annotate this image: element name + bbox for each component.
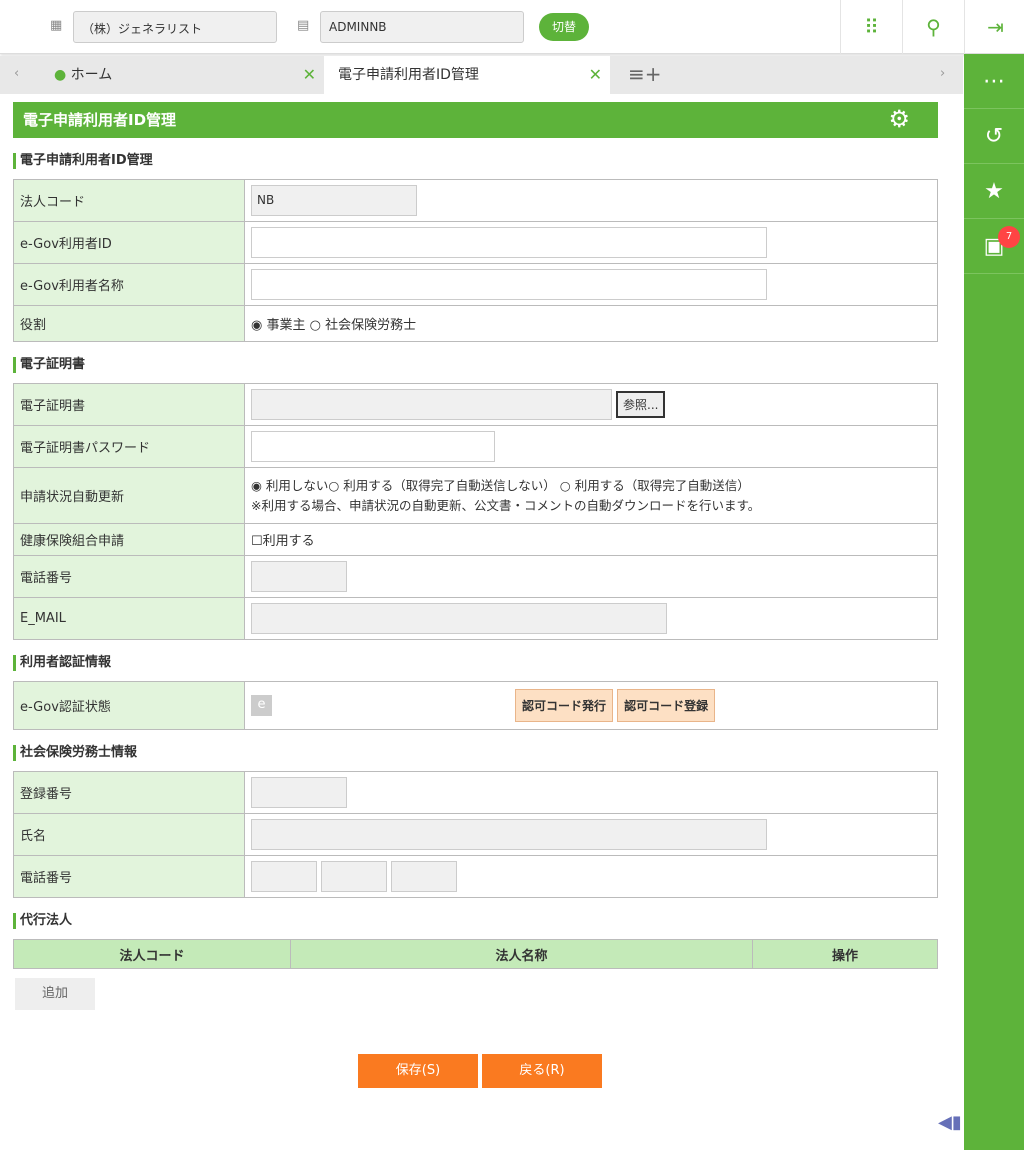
page-title-bar: 電子申請利用者ID管理 ⚙ (13, 102, 938, 138)
egov-id-input[interactable] (251, 227, 767, 258)
cert-form: 電子証明書 参照... 電子証明書パスワード 申請状況自動更新 ◉ 利用しない○ 利… (13, 383, 938, 640)
label: 氏名 (13, 813, 245, 856)
label: E_MAIL (13, 597, 245, 640)
label: 電子証明書 (13, 383, 245, 426)
label: e-Gov利用者ID (13, 221, 245, 264)
radio-label: 利用しない (265, 477, 329, 493)
add-button[interactable]: 追加 (15, 978, 95, 1010)
close-icon[interactable]: ✕ (303, 56, 316, 94)
section-title: 社会保険労務士情報 (13, 745, 938, 761)
tab-egov-id[interactable]: 電子申請利用者ID管理 ✕ (324, 56, 610, 94)
tab-bar: ‹ ● ホーム ✕ 電子申請利用者ID管理 ✕ ≡+ › (0, 56, 963, 94)
logout-icon[interactable]: ⇥ (964, 0, 1024, 54)
label: 役割 (13, 305, 245, 342)
name-field (251, 819, 767, 850)
label: e-Gov認証状態 (13, 681, 245, 730)
label: 電話番号 (13, 855, 245, 898)
label: 登録番号 (13, 771, 245, 814)
email-field (251, 603, 667, 634)
radio-label: 社会保険労務士 (325, 318, 417, 333)
column-header: 操作 (752, 939, 938, 969)
reg-number-field (251, 777, 347, 808)
right-sidebar: ⋯ ↺ ★ ▣ 7 (964, 54, 1024, 1150)
more-icon[interactable]: ⋯ (964, 54, 1024, 109)
radio-label: 利用する（取得完了自動送信しない） (343, 477, 556, 493)
section-title: 電子申請利用者ID管理 (13, 153, 938, 169)
tab-scroll-right[interactable]: › (940, 66, 945, 81)
main-content: 電子申請利用者ID管理 ⚙ 電子申請利用者ID管理 法人コード NB e-Gov利用… (13, 102, 938, 1010)
company-field[interactable]: （株）ジェネラリスト (73, 11, 277, 43)
label: e-Gov利用者名称 (13, 263, 245, 306)
label: 健康保険組合申請 (13, 523, 245, 556)
tel3-field (391, 861, 458, 892)
search-icon[interactable]: ⚲ (902, 0, 964, 54)
page-title: 電子申請利用者ID管理 (23, 111, 177, 129)
star-icon[interactable]: ★ (964, 164, 1024, 219)
label: 電子証明書パスワード (13, 425, 245, 468)
section-title: 電子証明書 (13, 357, 938, 373)
egov-name-input[interactable] (251, 269, 767, 300)
add-tab-icon[interactable]: ≡+ (628, 62, 662, 86)
label: 申請状況自動更新 (13, 467, 245, 524)
switch-button[interactable]: 切替 (539, 13, 589, 41)
user-field[interactable]: ADMINNB (320, 11, 524, 43)
register-code-button[interactable]: 認可コード登録 (617, 689, 716, 722)
history-icon[interactable]: ↺ (964, 109, 1024, 164)
close-icon[interactable]: ✕ (589, 56, 602, 94)
proxy-corp-table: 法人コード 法人名称 操作 (13, 939, 938, 969)
tab-home[interactable]: ● ホーム ✕ (40, 56, 324, 94)
label: 電話番号 (13, 555, 245, 598)
notification-badge: 7 (998, 226, 1020, 248)
label: 法人コード (13, 179, 245, 222)
auto-note: ※利用する場合、申請状況の自動更新、公文書・コメントの自動ダウンロードを行います… (251, 497, 761, 513)
corp-code-field: NB (251, 185, 417, 216)
tel-field (251, 561, 347, 592)
tel1-field (251, 861, 317, 892)
tab-label: 電子申請利用者ID管理 (338, 67, 479, 83)
radio-auto-send[interactable]: ○ (560, 478, 575, 493)
browse-button[interactable]: 参照... (616, 391, 666, 418)
top-bar: ▦ （株）ジェネラリスト ▤ ADMINNB 切替 ⠿ ⚲ ⇥ (0, 0, 1024, 54)
radio-auto-off[interactable]: ◉ (251, 478, 266, 493)
sharoushi-form: 登録番号 氏名 電話番号 (13, 771, 938, 898)
column-header: 法人コード (13, 939, 291, 969)
radio-sharoushi[interactable]: ○ (310, 318, 325, 333)
radio-label: 事業主 (266, 318, 306, 333)
clipboard-icon: ▤ (297, 18, 310, 33)
collapse-arrow-icon[interactable]: ◀▮ (938, 1112, 962, 1133)
column-header: 法人名称 (290, 939, 753, 969)
cert-password-input[interactable] (251, 431, 495, 462)
tel2-field (321, 861, 388, 892)
cert-file-field (251, 389, 612, 420)
pin-icon: ● (54, 67, 67, 83)
auth-form: e-Gov認証状態 e 認可コード発行 認可コード登録 (13, 681, 938, 730)
tab-scroll-left[interactable]: ‹ (14, 66, 19, 81)
radio-auto-on[interactable]: ○ (328, 478, 343, 493)
tab-label: ホーム (70, 67, 113, 83)
egov-status-icon: e (251, 695, 272, 716)
checkbox-label: 利用する (262, 534, 315, 549)
save-button[interactable]: 保存(S) (358, 1054, 478, 1088)
apps-grid-icon[interactable]: ⠿ (840, 0, 902, 54)
id-form: 法人コード NB e-Gov利用者ID e-Gov利用者名称 役割 ◉ 事業主 ○ … (13, 179, 938, 342)
back-button[interactable]: 戻る(R) (482, 1054, 602, 1088)
building-icon: ▦ (50, 18, 63, 33)
gear-icon[interactable]: ⚙ (888, 105, 910, 133)
radio-label: 利用する（取得完了自動送信） (574, 477, 750, 493)
section-title: 代行法人 (13, 913, 938, 929)
section-title: 利用者認証情報 (13, 655, 938, 671)
issue-code-button[interactable]: 認可コード発行 (515, 689, 614, 722)
radio-employer[interactable]: ◉ (251, 318, 266, 333)
kenpo-checkbox[interactable]: ☐ (251, 534, 263, 549)
